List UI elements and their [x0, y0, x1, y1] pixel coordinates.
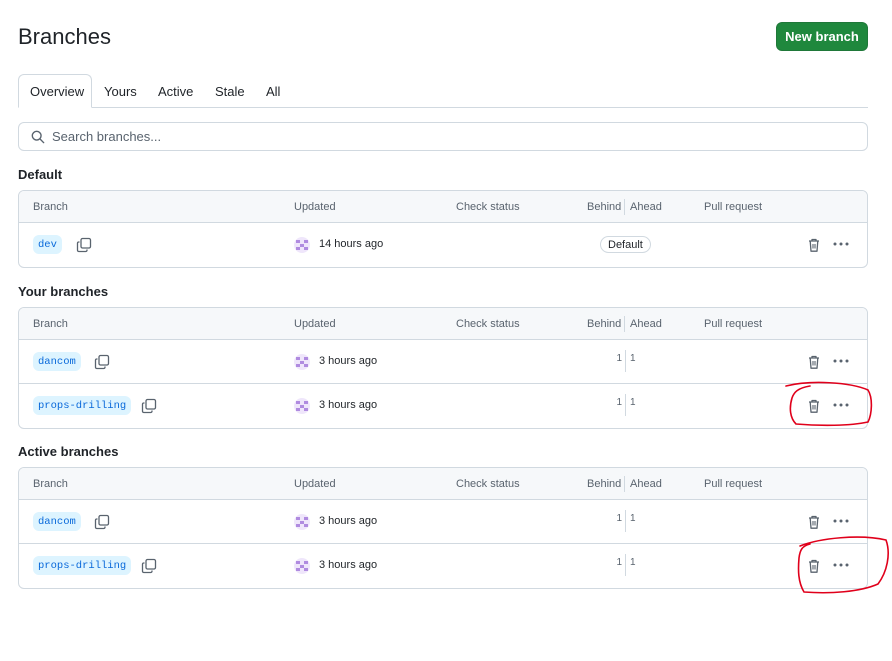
updated-time: 3 hours ago	[319, 559, 378, 571]
kebab-horizontal-icon[interactable]	[832, 402, 850, 408]
user-avatar[interactable]	[294, 354, 310, 370]
trash-icon[interactable]	[807, 354, 821, 370]
tab-active[interactable]: Active	[158, 74, 193, 108]
copy-icon[interactable]	[141, 398, 157, 414]
trash-icon[interactable]	[807, 398, 821, 414]
search-input[interactable]	[52, 129, 832, 144]
section-title-active: Active branches	[18, 444, 119, 459]
copy-icon[interactable]	[76, 237, 92, 253]
your-branches-table: Branch Updated Check status Behind Ahead…	[18, 307, 868, 429]
section-title-default: Default	[18, 167, 63, 182]
default-badge: Default	[600, 236, 651, 253]
col-divider	[624, 316, 625, 332]
col-updated: Updated	[294, 201, 336, 213]
updated-time: 3 hours ago	[319, 399, 378, 411]
tab-overview[interactable]: Overview	[18, 74, 92, 108]
kebab-horizontal-icon[interactable]	[832, 562, 850, 568]
ahead-count: 1	[630, 353, 636, 364]
branch-name-link[interactable]: dancom	[33, 352, 81, 371]
table-header: Branch Updated Check status Behind Ahead…	[19, 468, 867, 500]
updated-time: 3 hours ago	[319, 515, 378, 527]
trash-icon[interactable]	[807, 514, 821, 530]
col-pull-request: Pull request	[704, 201, 763, 213]
col-ahead: Ahead	[630, 318, 662, 330]
col-branch: Branch	[33, 478, 68, 490]
col-pull-request: Pull request	[704, 318, 763, 330]
tab-stale[interactable]: Stale	[215, 74, 245, 108]
col-updated: Updated	[294, 478, 336, 490]
branch-name-link[interactable]: props-drilling	[33, 396, 132, 415]
branch-tabs: Overview Yours Active Stale All	[18, 74, 868, 108]
table-header: Branch Updated Check status Behind Ahead…	[19, 191, 867, 223]
copy-icon[interactable]	[94, 514, 110, 530]
copy-icon[interactable]	[94, 354, 110, 370]
col-divider	[624, 199, 625, 215]
trash-icon[interactable]	[807, 237, 821, 253]
table-row: props-drilling 3 hours ago 1 1	[19, 544, 867, 588]
ahead-count: 1	[630, 557, 636, 568]
col-branch: Branch	[33, 201, 68, 213]
table-header: Branch Updated Check status Behind Ahead…	[19, 308, 867, 340]
updated-time: 3 hours ago	[319, 355, 378, 367]
behind-ahead-divider	[625, 350, 626, 372]
user-avatar[interactable]	[294, 558, 310, 574]
kebab-horizontal-icon[interactable]	[832, 518, 850, 524]
col-check-status: Check status	[456, 478, 520, 490]
behind-ahead-divider	[625, 554, 626, 576]
col-behind: Behind	[587, 478, 622, 490]
branch-name-link[interactable]: props-drilling	[33, 556, 132, 575]
branch-name-link[interactable]: dev	[33, 235, 62, 254]
user-avatar[interactable]	[294, 514, 310, 530]
new-branch-button[interactable]: New branch	[776, 22, 868, 51]
behind-count: 1	[616, 513, 622, 524]
col-behind: Behind	[587, 201, 622, 213]
col-check-status: Check status	[456, 318, 520, 330]
tab-yours[interactable]: Yours	[104, 74, 137, 108]
table-row: dancom 3 hours ago 1 1	[19, 500, 867, 544]
kebab-horizontal-icon[interactable]	[832, 358, 850, 364]
table-row: dancom 3 hours ago 1 1	[19, 340, 867, 384]
behind-ahead-divider	[625, 394, 626, 416]
search-box[interactable]	[18, 122, 868, 151]
table-row: dev 14 hours ago Default	[19, 223, 867, 267]
behind-count: 1	[616, 353, 622, 364]
search-icon	[31, 130, 45, 143]
col-ahead: Ahead	[630, 478, 662, 490]
copy-icon[interactable]	[141, 558, 157, 574]
col-check-status: Check status	[456, 201, 520, 213]
col-updated: Updated	[294, 318, 336, 330]
default-branches-table: Branch Updated Check status Behind Ahead…	[18, 190, 868, 268]
col-behind: Behind	[587, 318, 622, 330]
kebab-horizontal-icon[interactable]	[832, 241, 850, 247]
user-avatar[interactable]	[294, 237, 310, 253]
updated-time: 14 hours ago	[319, 238, 384, 250]
page-title: Branches	[18, 24, 111, 49]
behind-count: 1	[616, 397, 622, 408]
col-pull-request: Pull request	[704, 478, 763, 490]
branch-name-link[interactable]: dancom	[33, 512, 81, 531]
behind-ahead-divider	[625, 510, 626, 532]
tab-all[interactable]: All	[266, 74, 280, 108]
table-row: props-drilling 3 hours ago 1 1	[19, 384, 867, 428]
col-branch: Branch	[33, 318, 68, 330]
ahead-count: 1	[630, 513, 636, 524]
col-ahead: Ahead	[630, 201, 662, 213]
user-avatar[interactable]	[294, 398, 310, 414]
trash-icon[interactable]	[807, 558, 821, 574]
behind-count: 1	[616, 557, 622, 568]
ahead-count: 1	[630, 397, 636, 408]
col-divider	[624, 476, 625, 492]
active-branches-table: Branch Updated Check status Behind Ahead…	[18, 467, 868, 589]
section-title-yours: Your branches	[18, 284, 109, 299]
